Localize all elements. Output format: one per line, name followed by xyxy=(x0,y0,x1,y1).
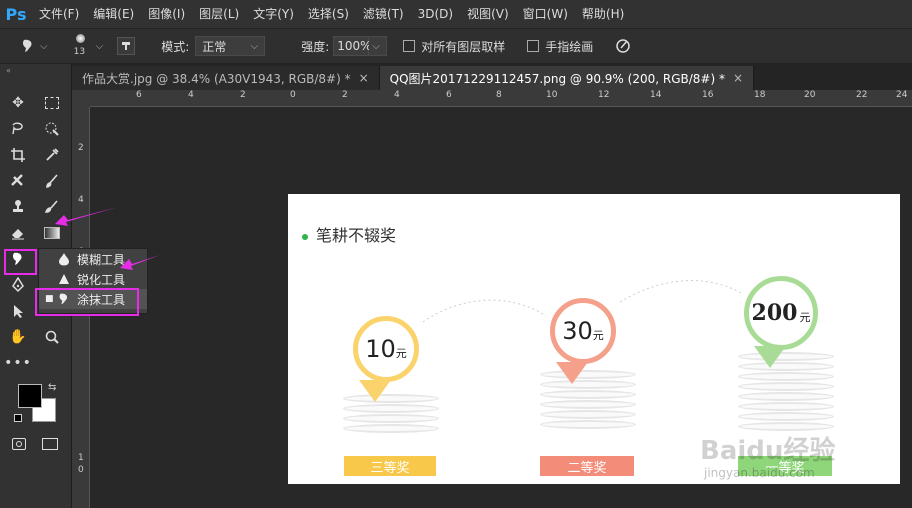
foreground-color-swatch[interactable] xyxy=(18,384,42,408)
annotation-arrows xyxy=(55,207,160,270)
arrow-to-smudge-tool xyxy=(55,207,118,226)
arrow-to-blur-item xyxy=(120,255,160,270)
